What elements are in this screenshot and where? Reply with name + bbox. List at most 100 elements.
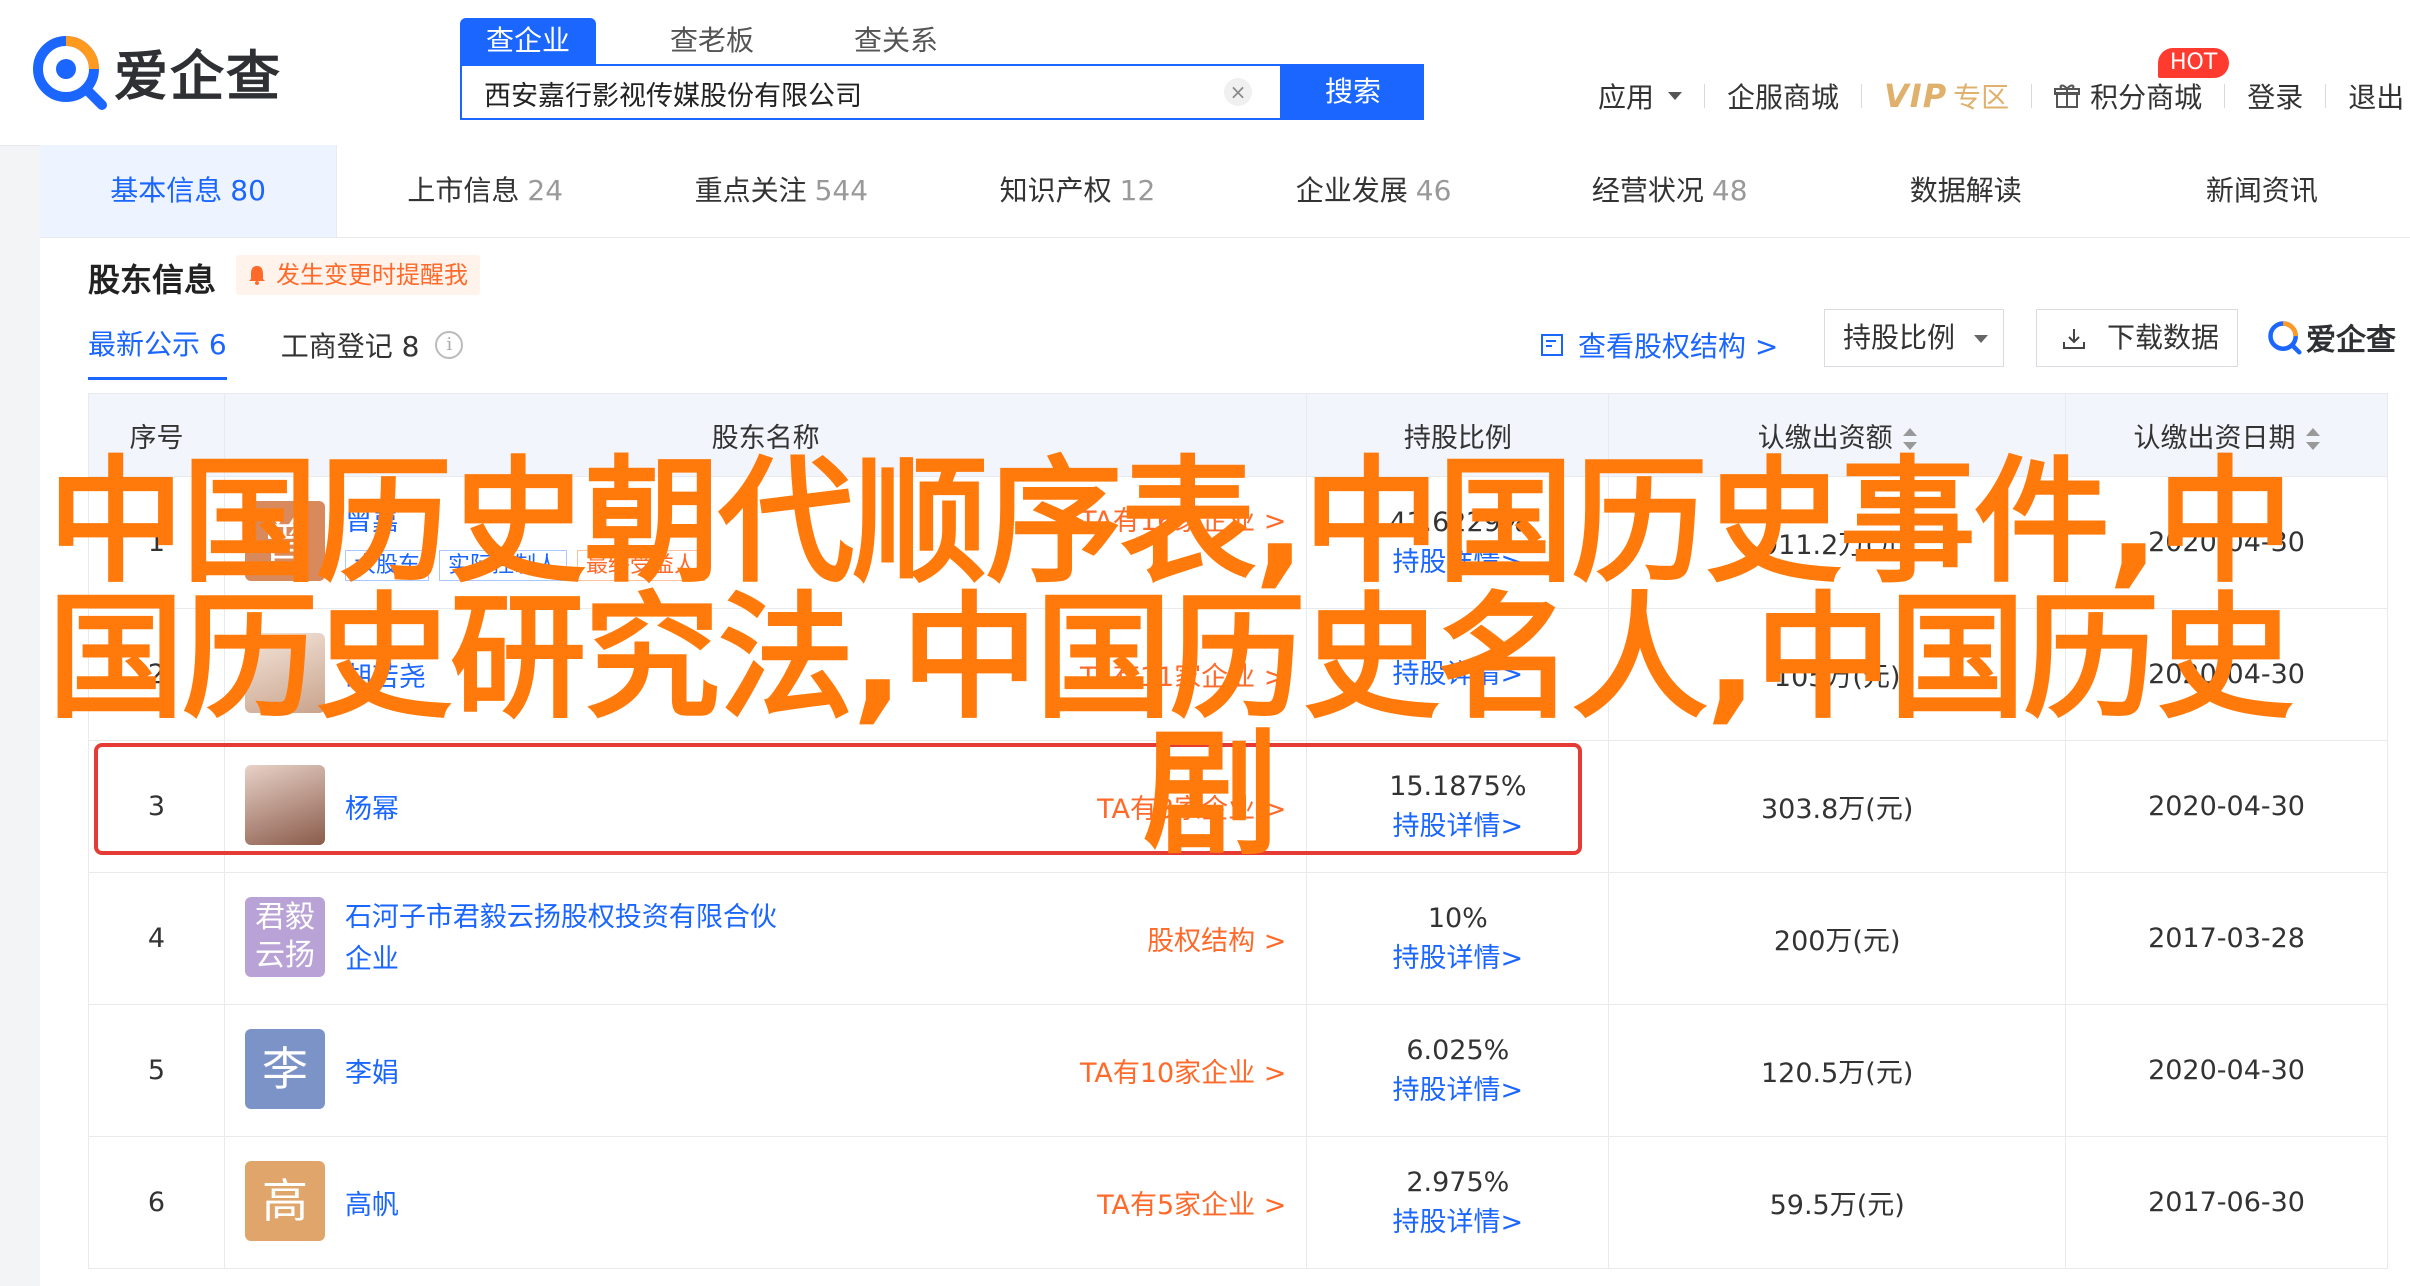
equity-link-label: 查看股权结构 > xyxy=(1578,330,1779,363)
nav-divider xyxy=(1704,84,1706,108)
related-companies-link[interactable]: TA有5家企业 > xyxy=(1097,1183,1286,1222)
ratio-value: 6.025% xyxy=(1406,1034,1510,1066)
avatar: 君毅云扬 xyxy=(244,897,325,977)
chart-structure-icon xyxy=(1541,334,1563,356)
cell-no: 6 xyxy=(88,1136,225,1269)
tab-label: 知识产权 xyxy=(999,174,1112,207)
tab-label: 经营状况 xyxy=(1591,174,1704,207)
tab-basic-info[interactable]: 基本信息 80 xyxy=(40,145,338,237)
search-tab-company[interactable]: 查企业 xyxy=(460,18,597,64)
equity-structure-link[interactable]: 股权结构 > xyxy=(1147,919,1286,958)
holding-detail-link[interactable]: 持股详情> xyxy=(1308,1071,1607,1111)
cell-no: 5 xyxy=(88,1004,225,1137)
holder-name-link[interactable]: 高帆 xyxy=(345,1183,399,1222)
ratio-dropdown[interactable]: 持股比例 xyxy=(1824,309,2004,367)
vip-zone-label: 专区 xyxy=(1953,81,2010,114)
vip-icon: VIP xyxy=(1884,77,1948,115)
view-equity-structure-link[interactable]: 查看股权结构 > xyxy=(1540,325,1778,365)
tab-label: 新闻资讯 xyxy=(2205,174,2318,207)
overlay-line-1: 中国历史朝代顺序表,中国历史事件,中 xyxy=(48,444,2293,602)
notify-label: 发生变更时提醒我 xyxy=(276,261,468,289)
holder-name-link[interactable]: 李娟 xyxy=(345,1051,399,1090)
tab-label: 基本信息 xyxy=(110,174,223,207)
logo-magnifier-icon xyxy=(2268,321,2302,355)
cell-amount: 59.5万(元) xyxy=(1608,1136,2067,1269)
download-icon xyxy=(2063,329,2085,349)
change-notify-button[interactable]: 发生变更时提醒我 xyxy=(236,255,480,295)
nav-service-mall[interactable]: 企服商城 xyxy=(1727,76,1839,116)
download-data-button[interactable]: 下载数据 xyxy=(2036,309,2238,367)
holding-detail-link[interactable]: 持股详情> xyxy=(1308,939,1607,979)
tab-label: 数据解读 xyxy=(1909,174,2022,207)
tab-count: 12 xyxy=(1119,174,1156,207)
tab-count: 48 xyxy=(1711,174,1748,207)
search-box: × xyxy=(460,64,1282,120)
nav-divider xyxy=(2325,84,2327,108)
tab-ip[interactable]: 知识产权 12 xyxy=(929,145,1225,237)
cell-date: 2020-04-30 xyxy=(2065,1004,2388,1137)
sort-icon[interactable] xyxy=(2305,428,2320,450)
related-companies-link[interactable]: TA有10家企业 > xyxy=(1080,1051,1286,1090)
chevron-down-icon xyxy=(1973,335,1988,343)
cell-holder: 高 高帆 TA有5家企业 > xyxy=(223,1136,1308,1269)
tab-label: 重点关注 xyxy=(694,174,807,207)
holder-name-link[interactable]: 石河子市君毅云扬股权投资有限合伙企业 xyxy=(345,897,785,981)
tab-news[interactable]: 新闻资讯 xyxy=(2114,145,2410,237)
watermark-logo: 爱企查 xyxy=(2266,315,2396,359)
subtab-registration[interactable]: 工商登记 8 i xyxy=(281,325,464,379)
subtab-registration-label: 工商登记 8 xyxy=(280,329,420,363)
subtab-latest[interactable]: 最新公示 6 xyxy=(88,323,227,380)
nav-logout[interactable]: 退出 xyxy=(2348,76,2404,116)
nav-vip-zone[interactable]: VIP 专区 xyxy=(1884,76,2009,116)
cell-holder: 李 李娟 TA有10家企业 > xyxy=(223,1004,1308,1137)
cell-date: 2017-06-30 xyxy=(2065,1136,2388,1269)
nav-app-menu[interactable]: 应用 xyxy=(1598,76,1683,116)
cell-date: 2017-03-28 xyxy=(2065,872,2388,1005)
overlay-line-2: 国历史研究法,中国历史名人,中国历史 xyxy=(48,580,2293,738)
tab-label: 企业发展 xyxy=(1295,174,1408,207)
nav-app-label: 应用 xyxy=(1598,81,1655,114)
table-row: 4 君毅云扬 石河子市君毅云扬股权投资有限合伙企业 股权结构 > 10% 持股详情… xyxy=(88,872,2388,1005)
ratio-dropdown-label: 持股比例 xyxy=(1843,321,1956,354)
search-input[interactable] xyxy=(462,66,1226,120)
tab-count: 46 xyxy=(1415,174,1452,207)
tab-listing-info[interactable]: 上市信息 24 xyxy=(337,145,633,237)
tab-operation[interactable]: 经营状况 48 xyxy=(1522,145,1818,237)
tab-label: 上市信息 xyxy=(407,174,520,207)
cell-amount: 120.5万(元) xyxy=(1608,1004,2067,1137)
overlay-line-3: 剧 xyxy=(1143,716,1279,874)
logo-magnifier-icon xyxy=(28,31,108,111)
avatar: 高 xyxy=(244,1161,325,1241)
points-mall-label: 积分商城 xyxy=(2090,81,2203,114)
cell-amount: 200万(元) xyxy=(1608,872,2067,1005)
brand-name: 爱企查 xyxy=(114,44,282,108)
clear-search-icon[interactable]: × xyxy=(1224,78,1252,106)
brand-logo[interactable]: 爱企查 xyxy=(28,26,282,116)
search-button[interactable]: 搜索 xyxy=(1282,64,1424,120)
nav-divider xyxy=(2224,84,2226,108)
cell-ratio: 2.975% 持股详情> xyxy=(1306,1136,1610,1269)
section-title: 股东信息 xyxy=(88,261,217,299)
search-tab-boss[interactable]: 查老板 xyxy=(644,18,780,64)
holding-detail-link[interactable]: 持股详情> xyxy=(1308,1203,1607,1243)
top-header: 爱企查 查企业 查老板 查关系 × 搜索 HOT 应用 企服商城 VIP 专区 xyxy=(0,0,2410,146)
nav-points-mall[interactable]: 积分商城 xyxy=(2054,76,2202,116)
tab-count: 80 xyxy=(230,174,266,207)
tab-key-attention[interactable]: 重点关注 544 xyxy=(633,145,929,237)
ratio-value: 2.975% xyxy=(1406,1166,1510,1198)
info-icon[interactable]: i xyxy=(435,330,464,359)
download-label: 下载数据 xyxy=(2107,321,2220,354)
table-row: 6 高 高帆 TA有5家企业 > 2.975% 持股详情> 59.5万(元) 20… xyxy=(88,1136,2388,1269)
nav-divider xyxy=(2031,84,2033,108)
tab-data-analysis[interactable]: 数据解读 xyxy=(1818,145,2114,237)
tab-development[interactable]: 企业发展 46 xyxy=(1226,145,1522,237)
tab-count: 24 xyxy=(527,174,564,207)
holder-subtabs: 最新公示 6 工商登记 8 i xyxy=(88,323,517,380)
ratio-value: 10% xyxy=(1427,902,1488,934)
search-tab-relation[interactable]: 查关系 xyxy=(828,18,964,64)
nav-login[interactable]: 登录 xyxy=(2247,76,2303,116)
nav-divider xyxy=(1861,84,1863,108)
watermark-text: 爱企查 xyxy=(2306,323,2396,358)
top-nav: 应用 企服商城 VIP 专区 积分商城 登录 退出 xyxy=(1598,76,2404,116)
hot-badge: HOT xyxy=(2158,48,2230,78)
